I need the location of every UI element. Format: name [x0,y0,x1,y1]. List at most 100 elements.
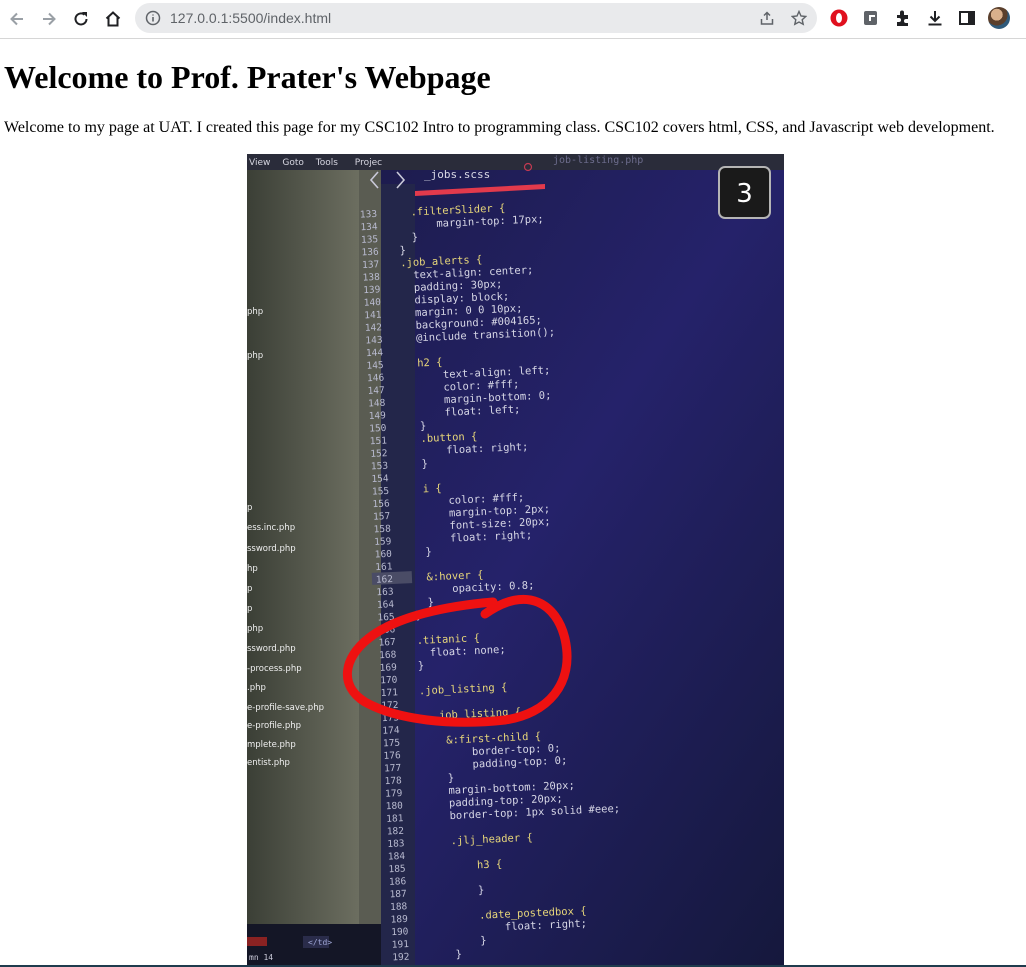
code-line: } [411,231,418,243]
url-text[interactable]: 127.0.0.1:5500/index.html [170,10,331,26]
info-icon[interactable] [145,10,161,26]
line-number: 146 [367,373,385,385]
line-number: 156 [372,498,390,510]
file-sidebar [247,154,359,967]
line-number: 151 [370,435,388,447]
line-number: 178 [384,775,402,787]
code-line: } [448,772,455,784]
code-line: } [480,935,487,947]
file-list-item: ssword.php [247,644,296,654]
photo-count-badge: 3 [718,166,771,219]
file-list-item: .php [247,683,266,693]
line-number: 142 [365,322,383,334]
line-number: 161 [375,561,393,573]
code-photo: View Goto Tools Projec _jobs.scss job-listi… [247,154,784,967]
file-list-item: php [247,351,263,361]
puzzle-extension-icon[interactable] [861,8,881,28]
line-number: 134 [360,221,378,233]
line-number: 181 [386,813,404,825]
line-number: 144 [366,347,384,359]
code-line: } [421,458,428,470]
line-number: 180 [386,801,404,813]
line-number: 162 [376,574,394,586]
line-number: 147 [367,385,385,397]
line-number: 133 [360,209,378,221]
home-icon[interactable] [101,7,125,31]
menu-item: Tools [315,158,338,168]
reload-icon[interactable] [69,7,93,31]
line-number: 182 [387,826,405,838]
file-list-item: ssword.php [247,544,296,554]
line-number: 153 [371,461,389,473]
line-number: 188 [390,901,408,913]
menu-item: Goto [282,158,304,168]
share-icon[interactable] [759,10,775,26]
line-number: 176 [383,750,401,762]
browser-toolbar: 127.0.0.1:5500/index.html [0,0,1026,39]
code-line: } [399,244,406,256]
line-number: 150 [369,423,387,435]
line-number: 141 [364,310,382,322]
line-number: 189 [390,914,408,926]
file-list-item: p [247,584,252,594]
line-number: 168 [379,649,397,661]
back-arrow-icon[interactable] [5,7,29,31]
download-icon[interactable] [925,8,945,28]
code-line: } [425,546,432,558]
status-bar-tag: </td> [308,938,332,947]
line-number: 143 [365,335,383,347]
code-line: } [420,420,427,432]
line-number: 167 [378,637,396,649]
file-list-item: php [247,307,263,317]
file-list-item: p [247,604,252,614]
editor-tab-active: _jobs.scss [424,168,490,181]
line-number: 185 [388,863,406,875]
page-title: Welcome to Prof. Prater's Webpage [4,59,491,95]
code-line: h3 { [477,858,503,871]
line-number: 179 [385,788,403,800]
line-number: 169 [379,662,397,674]
menu-item: Projec [355,158,382,168]
line-number: 186 [389,876,407,888]
line-number: 155 [372,486,390,498]
line-number: 158 [373,524,391,536]
menu-item: View [249,158,270,168]
code-photo-svg: View Goto Tools Projec _jobs.scss job-listi… [247,154,784,967]
line-number: 163 [376,587,394,599]
line-number: 191 [392,939,410,951]
file-list-item: p [247,503,252,513]
line-number: 152 [370,448,388,460]
line-number: 159 [374,536,392,548]
star-icon[interactable] [790,9,808,26]
status-bar-column: mn 14 [249,953,273,962]
editor-tab-inactive: job-listing.php [553,155,643,166]
line-number: 148 [368,398,386,410]
profile-avatar-icon[interactable] [988,7,1010,29]
side-panel-icon[interactable] [957,8,977,28]
line-number: 177 [384,763,402,775]
file-list-item: entist.php [247,758,290,768]
line-number: 164 [377,599,395,611]
code-line: h2 { [417,356,443,369]
file-list-item: hp [247,564,258,574]
line-number: 138 [362,272,380,284]
file-list-item: -process.php [247,664,302,674]
line-number: 184 [388,851,406,863]
file-list-item: e-profile.php [247,721,301,731]
file-list-item: mplete.php [247,740,296,750]
line-number: 135 [361,234,379,246]
code-line: } [455,948,462,960]
line-number: 149 [368,410,386,422]
line-number: 192 [392,952,410,964]
line-number: 174 [382,725,400,737]
address-bar[interactable]: 127.0.0.1:5500/index.html [135,3,817,33]
forward-arrow-icon[interactable] [37,7,61,31]
line-number: 190 [391,926,409,938]
line-number: 157 [373,511,391,523]
code-line: i { [422,483,441,496]
code-line: } [478,884,485,896]
extensions-icon[interactable] [893,8,913,28]
line-number: 145 [366,360,384,372]
svg-text:3: 3 [736,179,753,209]
opera-extension-icon[interactable] [829,8,849,28]
